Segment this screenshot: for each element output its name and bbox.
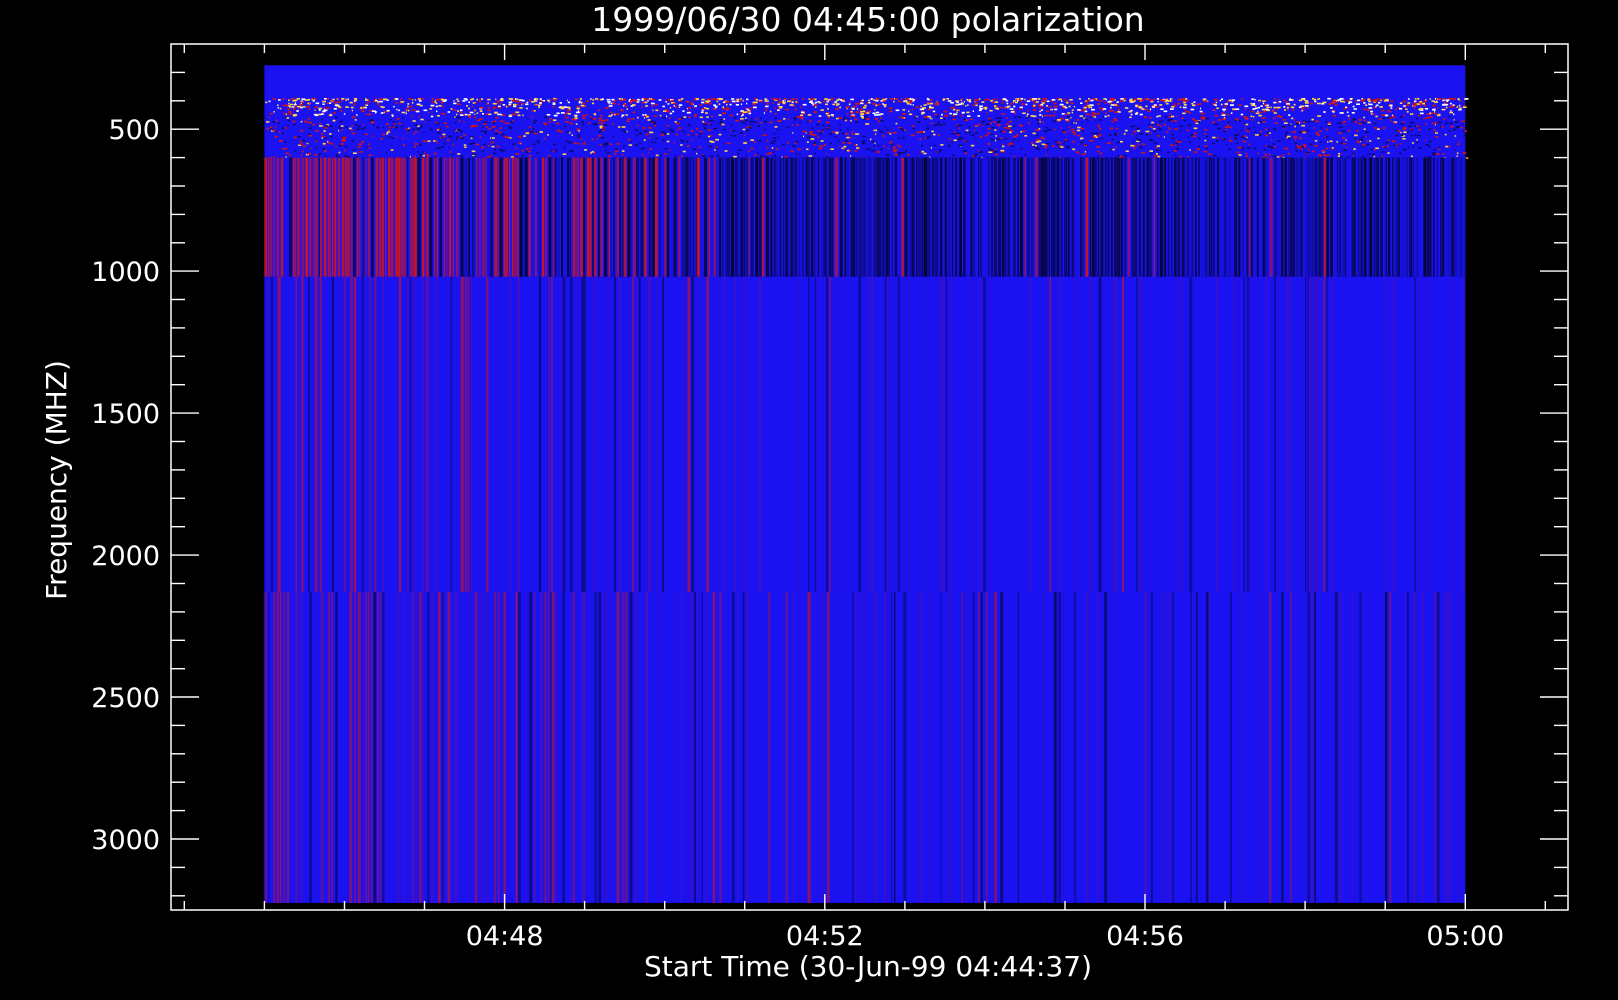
- y-tick-label: 1500: [91, 399, 160, 430]
- y-tick-label: 2000: [91, 541, 160, 572]
- y-tick-label: 2500: [91, 683, 160, 714]
- spectrogram-figure: 1999/06/30 04:45:00 polarization Start T…: [0, 0, 1618, 1000]
- x-tick-label: 05:00: [1426, 921, 1504, 952]
- y-axis-label: Frequency (MHZ): [40, 360, 73, 600]
- y-tick-label: 500: [108, 115, 160, 146]
- band-high-band: [264, 592, 1466, 903]
- band-upper-uniform: [264, 65, 1466, 98]
- y-tick-label: 3000: [91, 825, 160, 856]
- band-mid-band: [264, 276, 1466, 592]
- x-tick-label: 04:52: [786, 921, 864, 952]
- x-tick-label: 04:56: [1106, 921, 1184, 952]
- x-tick-label: 04:48: [466, 921, 544, 952]
- chart-title: 1999/06/30 04:45:00 polarization: [591, 0, 1144, 39]
- stripes-low-band: [264, 157, 1467, 277]
- chart-svg: 1999/06/30 04:45:00 polarization Start T…: [40, 0, 1569, 983]
- spectrogram-image: [264, 65, 1469, 903]
- x-axis-label: Start Time (30-Jun-99 04:44:37): [644, 950, 1092, 983]
- y-tick-label: 1000: [91, 257, 160, 288]
